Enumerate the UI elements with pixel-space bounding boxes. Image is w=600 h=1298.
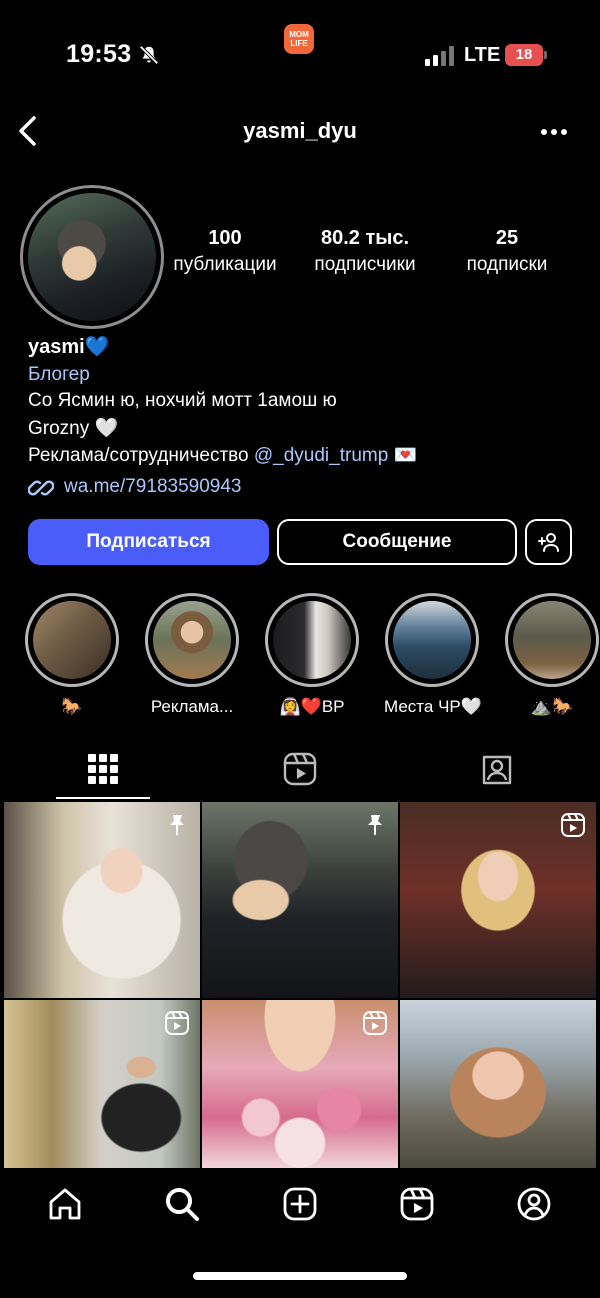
- highlight-item[interactable]: Реклама...: [144, 593, 240, 717]
- highlight-cover: [153, 601, 231, 679]
- post-tile[interactable]: [202, 1000, 398, 1168]
- grid-tab-icon[interactable]: [86, 752, 120, 786]
- message-button[interactable]: Сообщение: [277, 519, 517, 565]
- highlight-cover: [33, 601, 111, 679]
- profile-username-title: yasmi_dyu: [243, 118, 357, 143]
- suggested-users-button[interactable]: [525, 519, 572, 565]
- reels-tab-icon[interactable]: [283, 752, 317, 786]
- pin-icon: [368, 815, 382, 835]
- bio-mention-link[interactable]: @_dyudi_trump: [254, 445, 388, 466]
- bio-text: Реклама/сотрудничество: [28, 445, 254, 466]
- highlight-ring: [145, 593, 239, 687]
- stat-posts[interactable]: 100 публикации: [155, 227, 295, 276]
- profile-category: Блогер: [28, 364, 90, 385]
- search-icon[interactable]: [164, 1186, 200, 1222]
- bio-emoji: 💌: [388, 445, 418, 466]
- highlight-label: 🐎: [61, 697, 83, 716]
- post-tile[interactable]: [4, 1000, 200, 1168]
- link-icon: [28, 480, 54, 496]
- network-label: LTE: [464, 44, 501, 66]
- bio-line: Реклама/сотрудничество @_dyudi_trump 💌: [28, 443, 417, 467]
- bio-line: Grozny 🤍: [28, 418, 119, 439]
- app-badge: MOM LIFE: [284, 24, 314, 54]
- reel-icon: [561, 813, 585, 837]
- highlight-ring: [25, 593, 119, 687]
- active-tab-indicator: [56, 797, 150, 799]
- reels-icon[interactable]: [399, 1186, 435, 1222]
- home-indicator: [193, 1272, 407, 1280]
- follow-button[interactable]: Подписаться: [28, 519, 269, 565]
- stat-value: 25: [495, 227, 519, 249]
- pin-icon: [170, 815, 184, 835]
- highlight-ring: [505, 593, 599, 687]
- highlight-ring: [265, 593, 359, 687]
- stat-label: подписчики: [314, 254, 416, 275]
- profile-icon[interactable]: [516, 1186, 552, 1222]
- signal-icon: [425, 46, 454, 66]
- bio-line: Со Ясмин ю, нохчий мотт 1амош ю: [28, 390, 337, 411]
- post-tile[interactable]: [4, 802, 200, 998]
- highlight-label: ⛰️🐎: [530, 697, 574, 716]
- tagged-tab-icon[interactable]: [480, 752, 514, 786]
- highlight-ring: [385, 593, 479, 687]
- highlight-label: 👰‍♀️❤️BP: [279, 697, 345, 716]
- post-tile[interactable]: [400, 802, 596, 998]
- status-time: 19:53: [66, 40, 132, 68]
- stat-label: подписки: [466, 254, 548, 275]
- reel-icon: [165, 1011, 189, 1035]
- stat-followers[interactable]: 80.2 тыс. подписчики: [295, 227, 435, 276]
- profile-avatar[interactable]: [20, 185, 164, 329]
- highlight-label: Реклама...: [150, 697, 234, 716]
- highlight-item[interactable]: 🐎: [24, 593, 120, 717]
- highlight-label: Места ЧР🤍: [384, 697, 482, 716]
- home-icon[interactable]: [47, 1186, 83, 1222]
- stat-value: 100: [208, 227, 242, 249]
- highlight-cover: [273, 601, 351, 679]
- profile-website-link[interactable]: wa.me/79183590943: [64, 476, 241, 498]
- stat-value: 80.2 тыс.: [320, 227, 410, 249]
- highlight-cover: [393, 601, 471, 679]
- bell-off-icon: [139, 45, 159, 65]
- stat-following[interactable]: 25 подписки: [437, 227, 577, 276]
- highlight-item[interactable]: ⛰️🐎: [504, 593, 600, 717]
- profile-display-name: yasmi💙: [28, 336, 110, 358]
- stat-label: публикации: [173, 254, 277, 275]
- battery-indicator: 18: [505, 44, 547, 66]
- avatar-image: [28, 193, 156, 321]
- post-tile[interactable]: [202, 802, 398, 998]
- highlight-cover: [513, 601, 591, 679]
- highlight-item[interactable]: 👰‍♀️❤️BP: [264, 593, 360, 717]
- highlight-item[interactable]: Места ЧР🤍: [384, 593, 482, 717]
- post-tile[interactable]: [400, 1000, 596, 1168]
- create-post-icon[interactable]: [282, 1186, 318, 1222]
- add-person-icon: [537, 533, 559, 552]
- reel-icon: [363, 1011, 387, 1035]
- more-options-icon[interactable]: [540, 128, 568, 136]
